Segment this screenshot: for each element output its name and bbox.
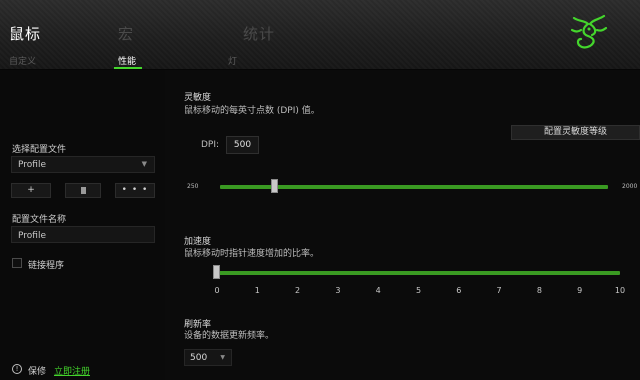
tab-macro[interactable]: 宏	[118, 23, 134, 44]
tab-stats[interactable]: 统计	[243, 23, 275, 44]
razer-snake-logo-icon	[570, 14, 608, 49]
add-profile-button[interactable]: +	[11, 183, 51, 198]
acceleration-tick-label: 0	[214, 286, 220, 295]
acceleration-tick-label: 4	[375, 286, 381, 295]
chevron-down-icon: ▼	[141, 160, 147, 168]
dpi-input[interactable]: 500	[226, 136, 259, 154]
acceleration-tick-label: 9	[577, 286, 583, 295]
profile-sidebar: 选择配置文件 Profile ▼ + • • • 配置文件名称 链接程序 ! 保…	[0, 70, 165, 380]
active-subtab-indicator	[114, 67, 142, 69]
more-options-button[interactable]: • • •	[115, 183, 155, 198]
chevron-down-icon: ▼	[220, 354, 225, 361]
acceleration-tick-label: 6	[456, 286, 462, 295]
sensitivity-description: 鼠标移动的每英寸点数 (DPI) 值。	[184, 106, 320, 116]
register-now-link[interactable]: 立即注册	[54, 364, 90, 377]
tab-mouse[interactable]: 鼠标	[9, 23, 41, 44]
polling-rate-description: 设备的数据更新频率。	[184, 331, 275, 341]
acceleration-slider-handle[interactable]	[213, 265, 220, 279]
subtab-bar: 自定义 性能 灯	[0, 51, 640, 70]
configure-sensitivity-stages-button[interactable]: 配置灵敏度等级	[511, 125, 640, 140]
link-program-checkbox[interactable]	[12, 258, 22, 268]
acceleration-tick-label: 3	[335, 286, 341, 295]
link-program-label: 链接程序	[28, 261, 65, 271]
acceleration-slider-track[interactable]	[217, 271, 620, 275]
info-icon: !	[12, 364, 22, 374]
header-bar: 鼠标 宏 统计 自定义 性能 灯	[0, 0, 640, 70]
dpi-slider-handle[interactable]	[271, 179, 278, 193]
acceleration-tick-label: 10	[614, 286, 626, 295]
warranty-label: 保修	[28, 367, 47, 377]
trash-icon	[80, 187, 86, 194]
profile-select-value: Profile	[18, 160, 46, 170]
profile-select[interactable]: Profile ▼	[11, 156, 155, 173]
acceleration-tick-label: 1	[254, 286, 260, 295]
acceleration-tick-label: 7	[496, 286, 502, 295]
subtab-customize[interactable]: 自定义	[9, 54, 36, 67]
acceleration-tick-label: 8	[536, 286, 542, 295]
dpi-min-label: 250	[187, 183, 199, 190]
profile-name-input[interactable]	[11, 226, 155, 243]
select-profile-label: 选择配置文件	[12, 145, 67, 155]
polling-rate-value: 500	[190, 353, 208, 363]
subtab-lighting[interactable]: 灯	[228, 54, 237, 67]
sensitivity-title: 灵敏度	[184, 93, 212, 103]
acceleration-tick-label: 5	[415, 286, 422, 295]
profile-name-label: 配置文件名称	[12, 215, 67, 225]
dpi-label: DPI:	[201, 140, 220, 150]
dpi-slider-track[interactable]	[220, 185, 608, 189]
acceleration-tick-label: 2	[295, 286, 301, 295]
polling-rate-select[interactable]: 500 ▼	[184, 349, 232, 366]
performance-panel: 灵敏度 鼠标移动的每英寸点数 (DPI) 值。 配置灵敏度等级 DPI: 500…	[165, 70, 640, 380]
dpi-max-label: 2000	[622, 183, 638, 190]
subtab-performance[interactable]: 性能	[118, 54, 136, 67]
delete-profile-button[interactable]	[65, 183, 101, 198]
acceleration-description: 鼠标移动时指针速度增加的比率。	[184, 249, 320, 259]
